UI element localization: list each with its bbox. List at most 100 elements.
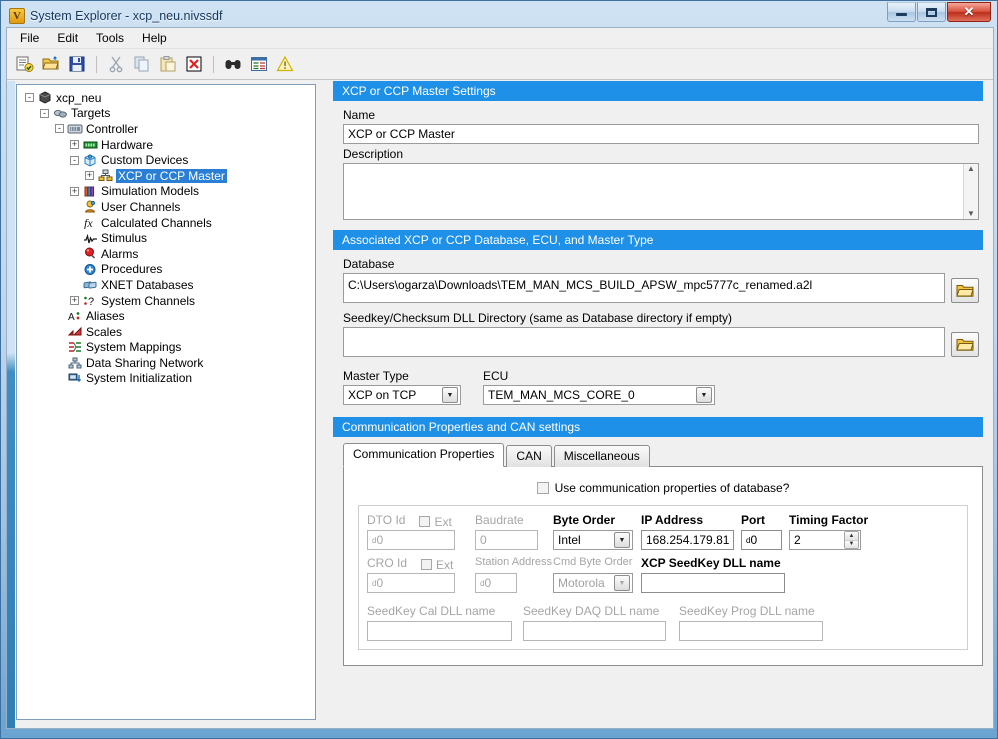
system-tree[interactable]: - xcp_neu - Targets - Controller + Hardware - Cus…	[16, 84, 316, 720]
window-controls: ✕	[886, 2, 991, 22]
close-button[interactable]: ✕	[947, 2, 991, 22]
tree-item-alarms[interactable]: Alarms	[17, 246, 315, 262]
expand-icon[interactable]: +	[85, 171, 94, 181]
seedkey-directory-input[interactable]	[343, 327, 945, 357]
tree-item-system-initialization[interactable]: System Initialization	[17, 371, 315, 387]
tree-item-controller[interactable]: - Controller	[17, 121, 315, 137]
cro-id-input[interactable]: d0	[367, 573, 455, 593]
description-textarea[interactable]: ▲ ▼	[343, 163, 979, 220]
tree-item-calculated-channels[interactable]: fx Calculated Channels	[17, 215, 315, 231]
database-browse-button[interactable]	[951, 278, 979, 303]
tree-item-aliases[interactable]: A Aliases	[17, 308, 315, 324]
tree-item-xcp-neu[interactable]: - xcp_neu	[17, 90, 315, 106]
chevron-down-icon[interactable]: ▼	[442, 387, 458, 403]
cro-ext-checkbox[interactable]	[421, 559, 433, 570]
chevron-down-icon[interactable]: ▼	[614, 532, 630, 548]
database-input[interactable]: C:\Users\ogarza\Downloads\TEM_MAN_MCS_BU…	[343, 273, 945, 303]
expand-icon[interactable]: +	[70, 186, 79, 196]
cut-icon[interactable]	[104, 52, 128, 76]
tree-item-system-mappings[interactable]: System Mappings	[17, 340, 315, 356]
warning-icon[interactable]	[273, 52, 297, 76]
tree-item-hardware[interactable]: + Hardware	[17, 137, 315, 153]
tree-item-data-sharing-network[interactable]: Data Sharing Network	[17, 355, 315, 371]
collapse-icon[interactable]: -	[70, 155, 79, 165]
tree-item-simulation-models[interactable]: + Simulation Models	[17, 184, 315, 200]
seedkey-cal-input[interactable]	[367, 621, 512, 641]
tree-item-targets[interactable]: - Targets	[17, 106, 315, 122]
master-type-value: XCP on TCP	[348, 388, 417, 402]
description-scrollbar[interactable]: ▲ ▼	[963, 164, 978, 219]
scroll-up-arrow-icon[interactable]: ▲	[967, 164, 975, 174]
menu-help[interactable]: Help	[133, 28, 176, 48]
chevron-down-icon[interactable]: ▼	[614, 575, 630, 591]
baudrate-input[interactable]: 0	[475, 530, 538, 550]
database-section-body: Database C:\Users\ogarza\Downloads\TEM_M…	[325, 250, 991, 405]
user-channels-icon	[82, 200, 98, 214]
menu-file[interactable]: File	[11, 28, 48, 48]
folder-icon	[956, 285, 974, 297]
seedkey-prog-input[interactable]	[679, 621, 823, 641]
save-icon[interactable]	[65, 52, 89, 76]
properties-icon[interactable]	[247, 52, 271, 76]
system-channels-icon: ?	[82, 294, 98, 308]
byte-order-combo[interactable]: Intel ▼	[553, 530, 633, 550]
byte-order-label: Byte Order	[553, 513, 616, 527]
delete-icon[interactable]	[182, 52, 206, 76]
ecu-value: TEM_MAN_MCS_CORE_0	[488, 388, 635, 402]
stepper-up-icon[interactable]: ▲	[845, 532, 858, 541]
tree-item-scales[interactable]: Scales	[17, 324, 315, 340]
scroll-down-arrow-icon[interactable]: ▼	[967, 209, 975, 219]
tab-miscellaneous[interactable]: Miscellaneous	[553, 445, 650, 467]
seedkey-daq-input[interactable]	[523, 621, 666, 641]
xcp-seedkey-input[interactable]	[641, 573, 785, 593]
tree-item-label: User Channels	[101, 199, 181, 214]
database-label: Database	[343, 257, 395, 271]
menu-edit[interactable]: Edit	[48, 28, 87, 48]
use-communication-properties-checkbox[interactable]	[536, 482, 549, 494]
ip-address-input[interactable]: 168.254.179.81	[641, 530, 734, 550]
tab-can[interactable]: CAN	[506, 445, 552, 467]
name-input[interactable]: XCP or CCP Master	[343, 124, 979, 144]
cro-id-label: CRO Id	[367, 556, 408, 570]
chevron-down-icon[interactable]: ▼	[696, 387, 712, 403]
collapse-icon[interactable]: -	[25, 93, 34, 103]
master-type-combo[interactable]: XCP on TCP ▼	[343, 385, 461, 405]
tree-item-xcp-or-ccp-master[interactable]: + XCP or CCP Master	[17, 168, 315, 184]
dto-id-input[interactable]: d0	[367, 530, 455, 550]
tree-item-custom-devices[interactable]: - Custom Devices	[17, 152, 315, 168]
stepper-buttons[interactable]: ▲ ▼	[844, 531, 859, 549]
paste-icon[interactable]	[156, 52, 180, 76]
seedkey-directory-browse-button[interactable]	[951, 332, 979, 357]
maximize-button[interactable]	[917, 2, 946, 22]
dto-ext-checkbox[interactable]	[419, 516, 431, 527]
station-address-input[interactable]: d0	[475, 573, 517, 593]
expand-icon[interactable]: +	[70, 140, 79, 150]
expand-icon[interactable]: +	[70, 296, 79, 306]
tree-item-label: Procedures	[101, 262, 163, 277]
new-icon[interactable]	[13, 52, 37, 76]
copy-icon[interactable]	[130, 52, 154, 76]
tree-item-label: XCP or CCP Master	[116, 168, 227, 183]
menu-tools[interactable]: Tools	[87, 28, 133, 48]
tree-item-user-channels[interactable]: User Channels	[17, 199, 315, 215]
open-icon[interactable]	[39, 52, 63, 76]
port-input[interactable]: d0	[741, 530, 782, 550]
tree-item-label: Stimulus	[101, 231, 148, 246]
tree-item-xnet-databases[interactable]: XNET Databases	[17, 277, 315, 293]
ecu-combo[interactable]: TEM_MAN_MCS_CORE_0 ▼	[483, 385, 715, 405]
tab-communication-properties[interactable]: Communication Properties	[343, 443, 505, 467]
cmd-byte-order-combo[interactable]: Motorola ▼	[553, 573, 633, 593]
tree-item-procedures[interactable]: Procedures	[17, 262, 315, 278]
tree-item-stimulus[interactable]: Stimulus	[17, 230, 315, 246]
minimize-button[interactable]	[887, 2, 916, 22]
collapse-icon[interactable]: -	[40, 108, 49, 118]
timing-factor-stepper[interactable]: 2 ▲ ▼	[789, 530, 861, 550]
find-icon[interactable]	[221, 52, 245, 76]
left-splitter[interactable]	[7, 81, 15, 728]
stepper-down-icon[interactable]: ▼	[845, 540, 858, 548]
tree-item-system-channels[interactable]: +? System Channels	[17, 293, 315, 309]
collapse-icon[interactable]: -	[55, 124, 64, 134]
simulation-icon	[82, 184, 98, 198]
byte-order-value: Intel	[558, 533, 581, 547]
